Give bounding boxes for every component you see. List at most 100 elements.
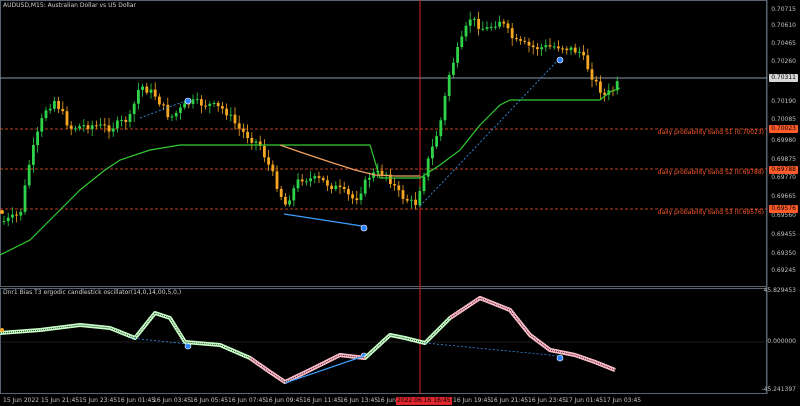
candle-body bbox=[40, 118, 44, 132]
candle-body bbox=[208, 103, 212, 107]
candle-body bbox=[271, 164, 275, 172]
time-tick-label: 16 Jun 19:45 bbox=[453, 397, 492, 404]
candle-body bbox=[317, 176, 321, 178]
price-marker-icon bbox=[0, 210, 4, 214]
price-tick-label: 0.69770 bbox=[771, 174, 796, 181]
candle-body bbox=[456, 47, 459, 63]
time-tick-label: 16 Jun 13:45 bbox=[340, 397, 379, 404]
candle-body bbox=[300, 179, 304, 182]
candle-body bbox=[132, 103, 136, 115]
candle-body bbox=[452, 62, 455, 75]
candle-body bbox=[61, 108, 65, 112]
candle-body bbox=[23, 185, 27, 212]
candle-body bbox=[590, 69, 594, 80]
candle-body bbox=[145, 86, 149, 93]
candle-body bbox=[557, 46, 560, 49]
candle-body bbox=[363, 179, 367, 194]
candle-body bbox=[544, 45, 548, 48]
candle-body bbox=[548, 45, 552, 47]
price-tick-label: 0.70260 bbox=[771, 58, 796, 65]
candle-body bbox=[120, 119, 123, 121]
candle-body bbox=[603, 92, 606, 95]
time-tick-label: 16 Jun 03:45 bbox=[153, 397, 192, 404]
candle-body bbox=[267, 157, 270, 165]
candle-body bbox=[153, 89, 157, 97]
osc-axis-mid: 0.000000 bbox=[767, 338, 796, 345]
candle-body bbox=[74, 128, 77, 130]
candle-body bbox=[99, 124, 102, 126]
candle-body bbox=[338, 185, 342, 188]
candle-body bbox=[48, 108, 52, 111]
time-tick-label: 16 Jun 07:45 bbox=[228, 397, 267, 404]
candle-body bbox=[431, 146, 434, 159]
candle-body bbox=[582, 51, 585, 56]
candle-body bbox=[19, 211, 23, 216]
time-tick-label: 16 Jun 01:45 bbox=[117, 397, 156, 404]
candle-body bbox=[44, 110, 48, 119]
candle-body bbox=[229, 114, 233, 116]
candle-body bbox=[498, 21, 501, 27]
candle-body bbox=[233, 114, 237, 124]
osc-axis-bottom: -45.241397 bbox=[761, 386, 796, 393]
candle-body bbox=[414, 199, 417, 205]
candle-body bbox=[351, 194, 354, 199]
candle-body bbox=[166, 104, 170, 118]
price-chart[interactable] bbox=[0, 0, 800, 406]
candle-body bbox=[279, 188, 283, 197]
divergence-marker-icon bbox=[556, 56, 564, 64]
candle-body bbox=[489, 26, 493, 28]
candle-body bbox=[95, 125, 98, 127]
candle-body bbox=[573, 47, 577, 53]
band-s3-price-tag: 0.69576 bbox=[769, 205, 798, 213]
candle-body bbox=[86, 125, 90, 129]
time-tick-label: 17 Jun 03:45 bbox=[603, 397, 642, 404]
candle-body bbox=[237, 123, 241, 129]
candle-body bbox=[191, 99, 195, 104]
candle-body bbox=[284, 196, 287, 205]
candle-body bbox=[204, 105, 207, 107]
candle-body bbox=[342, 187, 346, 190]
time-tick-label: 15 Jun 23:45 bbox=[79, 397, 118, 404]
candle-body bbox=[128, 114, 132, 122]
candle-body bbox=[355, 198, 359, 201]
candle-body bbox=[90, 125, 94, 129]
candle-body bbox=[460, 36, 464, 48]
candle-body bbox=[27, 164, 31, 186]
candle-body bbox=[321, 177, 325, 181]
candle-body bbox=[502, 21, 506, 24]
candle-body bbox=[11, 214, 14, 218]
chart-window[interactable]: { "window": { "title": "AUDUSD,M15: Aust… bbox=[0, 0, 800, 406]
divergence-marker-icon bbox=[184, 97, 192, 105]
price-tick-label: 0.69455 bbox=[771, 231, 796, 238]
candle-body bbox=[401, 190, 405, 199]
candle-body bbox=[162, 104, 165, 106]
candle-body bbox=[212, 102, 216, 104]
candle-body bbox=[531, 45, 535, 48]
candle-body bbox=[334, 185, 338, 190]
candle-body bbox=[515, 38, 518, 40]
price-tick-label: 0.70610 bbox=[771, 22, 796, 29]
candle-body bbox=[405, 198, 409, 201]
moving-average-green bbox=[0, 87, 621, 256]
time-tick-label: 16 Jun 11:45 bbox=[303, 397, 342, 404]
divergence-marker-icon bbox=[360, 224, 368, 232]
candle-body bbox=[326, 180, 329, 186]
candle-body bbox=[481, 28, 485, 30]
candle-body bbox=[552, 46, 556, 48]
candle-body bbox=[473, 18, 476, 20]
candle-body bbox=[183, 103, 186, 108]
candle-body bbox=[359, 193, 363, 201]
candle-body bbox=[468, 19, 472, 26]
candle-body bbox=[32, 145, 35, 165]
candle-body bbox=[170, 116, 174, 118]
osc-divergence-trendline-dotted bbox=[129, 337, 189, 345]
candle-body bbox=[6, 217, 10, 222]
candle-body bbox=[179, 107, 182, 113]
candle-body bbox=[410, 199, 413, 201]
candle-body bbox=[246, 131, 249, 138]
candle-body bbox=[536, 47, 539, 50]
candle-body bbox=[439, 120, 443, 137]
candle-body bbox=[477, 18, 480, 29]
time-tick-label: 15 Jun 2022 bbox=[3, 397, 40, 404]
price-tick-label: 0.70085 bbox=[771, 116, 796, 123]
